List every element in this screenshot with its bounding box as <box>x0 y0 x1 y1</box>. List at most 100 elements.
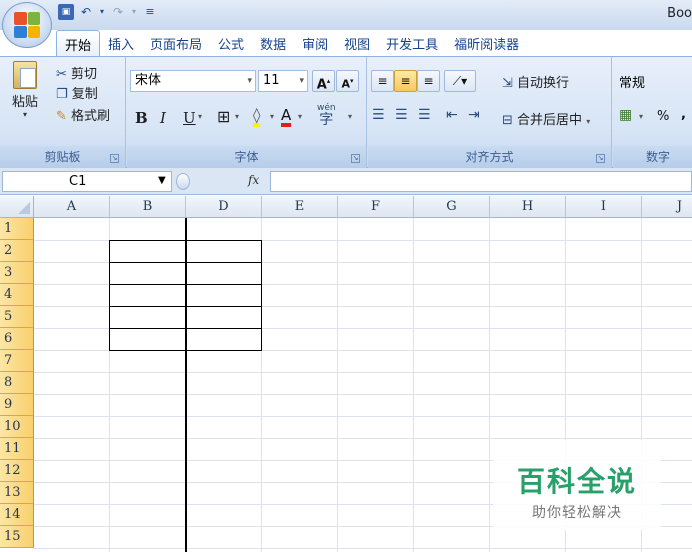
insert-function-icon[interactable]: fx <box>248 173 259 187</box>
cut-button[interactable]: ✂ 剪切 <box>56 63 97 82</box>
row-header-11[interactable]: 11 <box>0 438 34 460</box>
row-header-7[interactable]: 7 <box>0 350 34 372</box>
column-header-e[interactable]: E <box>262 196 338 218</box>
office-button[interactable] <box>2 2 52 48</box>
row-header-3[interactable]: 3 <box>0 262 34 284</box>
tab-formulas[interactable]: 公式 <box>210 30 252 56</box>
row-header-4[interactable]: 4 <box>0 284 34 306</box>
formula-bar-splitter[interactable] <box>176 173 190 190</box>
quick-access-toolbar: ▣ ↶ ▾ ↷ ▾ ≡ <box>58 4 158 20</box>
borders-icon[interactable]: ⊞ <box>217 107 230 126</box>
chevron-down-icon[interactable]: ▾ <box>270 112 274 121</box>
currency-icon[interactable]: ▦ <box>619 107 632 123</box>
name-box[interactable]: C1 <box>2 171 172 192</box>
chevron-down-icon[interactable]: ▾ <box>348 112 352 121</box>
align-middle-icon[interactable]: ≡ <box>394 70 417 92</box>
watermark-subtitle: 助你轻松解决 <box>532 505 622 521</box>
dialog-launcher-icon[interactable]: ↘ <box>596 154 605 163</box>
chevron-down-icon[interactable]: ▾ <box>639 112 643 121</box>
tab-insert[interactable]: 插入 <box>100 30 142 56</box>
row-header-5[interactable]: 5 <box>0 306 34 328</box>
table-cell[interactable] <box>109 306 186 329</box>
align-center-icon[interactable]: ☰ <box>395 107 408 123</box>
customize-icon[interactable]: ≡ <box>142 4 158 20</box>
row-header-9[interactable]: 9 <box>0 394 34 416</box>
dropdown-arrow-icon[interactable]: ▾ <box>98 4 106 20</box>
tab-data[interactable]: 数据 <box>252 30 294 56</box>
increase-indent-icon[interactable]: ⇥ <box>468 107 480 123</box>
table-cell[interactable] <box>185 262 262 285</box>
table-cell[interactable] <box>109 284 186 307</box>
table-cell[interactable] <box>109 262 186 285</box>
tab-page-layout[interactable]: 页面布局 <box>142 30 210 56</box>
grow-font-button[interactable]: A▴ <box>312 70 335 92</box>
row-header-2[interactable]: 2 <box>0 240 34 262</box>
tab-developer[interactable]: 开发工具 <box>378 30 446 56</box>
tab-review[interactable]: 审阅 <box>294 30 336 56</box>
row-header-15[interactable]: 15 <box>0 526 34 548</box>
row-header-8[interactable]: 8 <box>0 372 34 394</box>
column-header-i[interactable]: I <box>566 196 642 218</box>
row-header-12[interactable]: 12 <box>0 460 34 482</box>
chevron-down-icon[interactable]: ▼ <box>158 175 166 186</box>
column-header-g[interactable]: G <box>414 196 490 218</box>
tab-home[interactable]: 开始 <box>56 30 101 56</box>
font-size-select[interactable]: 11 ▾ <box>258 70 308 92</box>
underline-button[interactable]: U <box>183 109 196 127</box>
comma-style-icon[interactable]: , <box>681 107 686 122</box>
column-header-b[interactable]: B <box>110 196 186 218</box>
undo-icon[interactable]: ↶ <box>78 4 94 20</box>
dialog-launcher-icon[interactable]: ↘ <box>110 154 119 163</box>
table-cell[interactable] <box>185 240 262 263</box>
table-cell[interactable] <box>185 306 262 329</box>
table-cell[interactable] <box>185 328 262 351</box>
font-name-select[interactable]: 宋体 ▾ <box>130 70 256 92</box>
row-header-10[interactable]: 10 <box>0 416 34 438</box>
wrap-text-button[interactable]: ⇲ 自动换行 <box>502 72 569 91</box>
orientation-icon[interactable]: ⟋▾ <box>444 70 476 92</box>
column-header-d[interactable]: D <box>186 196 262 218</box>
dropdown-arrow-icon[interactable]: ▾ <box>130 4 138 20</box>
number-format-select[interactable]: 常规 <box>619 72 645 91</box>
shrink-font-button[interactable]: A▾ <box>336 70 359 92</box>
align-top-icon[interactable]: ≡ <box>371 70 394 92</box>
row-header-14[interactable]: 14 <box>0 504 34 526</box>
font-color-button[interactable]: A <box>281 107 292 127</box>
column-header-a[interactable]: A <box>34 196 110 218</box>
copy-button[interactable]: ❐ 复制 <box>56 83 98 102</box>
row-header-1[interactable]: 1 <box>0 218 34 240</box>
table-cell[interactable] <box>109 328 186 351</box>
save-icon[interactable]: ▣ <box>58 4 74 20</box>
percent-button[interactable]: % <box>657 109 669 124</box>
formula-input[interactable] <box>270 171 692 192</box>
chevron-down-icon[interactable]: ▾ <box>235 112 239 121</box>
format-painter-button[interactable]: ✎ 格式刷 <box>56 105 110 124</box>
merge-center-button[interactable]: ⊟ 合并后居中 ▾ <box>502 109 590 128</box>
row-header-6[interactable]: 6 <box>0 328 34 350</box>
formula-bar: C1 ▼ fx <box>0 168 692 195</box>
row-header-13[interactable]: 13 <box>0 482 34 504</box>
align-left-icon[interactable]: ☰ <box>372 107 385 123</box>
tab-foxit-reader[interactable]: 福昕阅读器 <box>446 30 527 56</box>
dialog-launcher-icon[interactable]: ↘ <box>351 154 360 163</box>
bold-button[interactable]: B <box>135 109 148 127</box>
paste-button[interactable]: 粘贴 ▾ <box>8 61 42 123</box>
align-bottom-icon[interactable]: ≡ <box>417 70 440 92</box>
hidden-column-marker[interactable] <box>185 218 187 552</box>
table-cell[interactable] <box>185 284 262 307</box>
redo-icon[interactable]: ↷ <box>110 4 126 20</box>
align-right-icon[interactable]: ☰ <box>418 107 431 123</box>
column-header-h[interactable]: H <box>490 196 566 218</box>
tab-view[interactable]: 视图 <box>336 30 378 56</box>
table-cell[interactable] <box>109 240 186 263</box>
chevron-down-icon[interactable]: ▾ <box>198 112 202 121</box>
select-all-button[interactable] <box>0 196 34 218</box>
italic-button[interactable]: I <box>160 109 166 127</box>
chevron-down-icon: ▾ <box>586 117 591 126</box>
column-header-f[interactable]: F <box>338 196 414 218</box>
column-header-j[interactable]: J <box>642 196 692 218</box>
fill-color-icon[interactable]: ◊ <box>253 107 261 127</box>
phonetic-guide-button[interactable]: wén 字 <box>317 103 336 127</box>
chevron-down-icon[interactable]: ▾ <box>298 112 302 121</box>
decrease-indent-icon[interactable]: ⇤ <box>446 107 458 123</box>
